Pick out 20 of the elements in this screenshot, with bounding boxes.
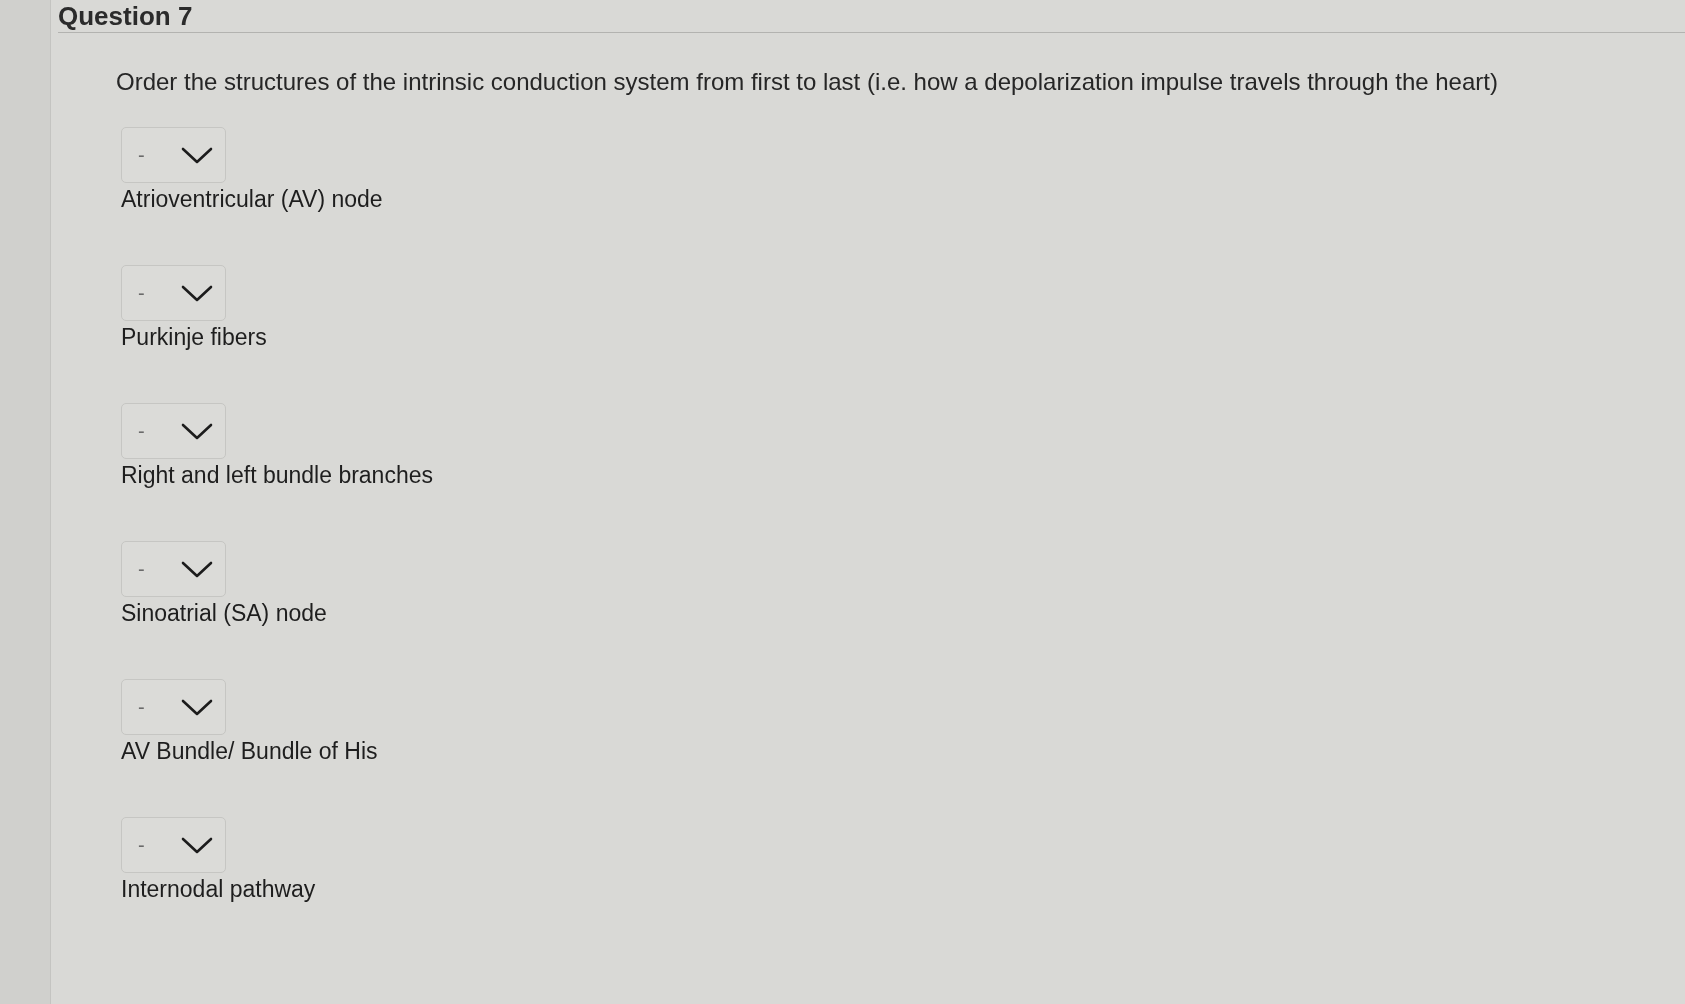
select-dropdown[interactable]: - [121,127,226,183]
select-dropdown[interactable]: - [121,817,226,873]
item-label: AV Bundle/ Bundle of His [121,738,378,765]
select-dropdown[interactable]: - [121,679,226,735]
question-prompt: Order the structures of the intrinsic conduction system from first to last (i.e. how a depolarization impulse travels through the heart) [116,68,1499,96]
item-label: Atrioventricular (AV) node [121,186,383,213]
chevron-down-icon [181,422,213,440]
item-label: Sinoatrial (SA) node [121,600,327,627]
chevron-down-icon [181,146,213,164]
item-label: Purkinje fibers [121,324,267,351]
question-title: Question 7 [58,1,193,32]
select-dropdown[interactable]: - [121,403,226,459]
chevron-down-icon [181,698,213,716]
chevron-down-icon [181,560,213,578]
select-dropdown[interactable]: - [121,541,226,597]
select-dropdown[interactable]: - [121,265,226,321]
chevron-down-icon [181,836,213,854]
chevron-down-icon [181,284,213,302]
item-label: Right and left bundle branches [121,462,433,489]
item-label: Internodal pathway [121,876,316,903]
